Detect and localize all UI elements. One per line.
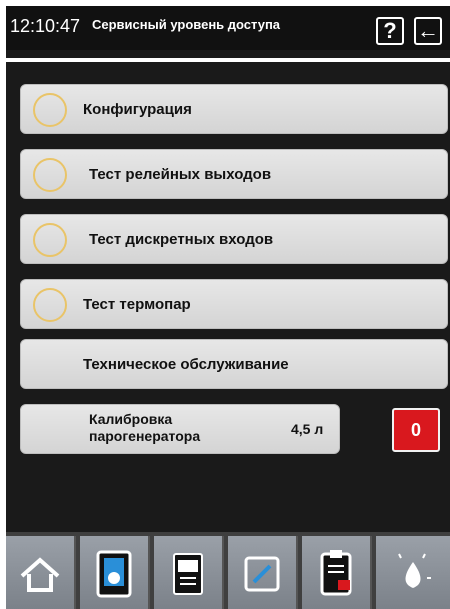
calibration-label-line1: Калибровка: [89, 411, 173, 427]
touch-icon: [96, 550, 132, 598]
menu-item-label: Тест термопар: [83, 296, 191, 313]
menu-item-maintenance[interactable]: Техническое обслуживание: [20, 339, 448, 389]
menu-item-label: Тест релейных выходов: [89, 166, 272, 183]
back-arrow-icon: ←: [417, 18, 439, 43]
menu-item-relay-test[interactable]: Тест релейных выходов: [20, 149, 448, 199]
bottom-bar: [6, 532, 450, 609]
counter-value: 0: [410, 419, 421, 440]
calibration-counter-button[interactable]: 0: [392, 408, 440, 452]
menu-item-label: Техническое обслуживание: [83, 356, 289, 373]
calibration-label: Калибровка парогенератора: [89, 411, 200, 445]
menu-item-configuration[interactable]: Конфигурация: [20, 84, 448, 134]
tab-cleaning[interactable]: [376, 536, 450, 609]
thermocouple-icon: [33, 288, 67, 322]
calibration-label-line2: парогенератора: [89, 428, 201, 444]
config-icon: [33, 93, 67, 127]
edit-icon: [244, 556, 280, 592]
menu-item-label: Тест дискретных входов: [89, 231, 274, 248]
clock: 12:10:47: [10, 16, 81, 36]
divider: [6, 58, 450, 62]
page-title: Сервисный уровень доступа: [92, 17, 281, 32]
help-icon: ?: [383, 18, 397, 43]
home-icon: [20, 557, 60, 592]
menu-item-discrete-inputs-test[interactable]: Тест дискретных входов: [20, 214, 448, 264]
wave-icon: [33, 223, 67, 257]
clipboard-icon: [320, 550, 352, 596]
calibration-value: 4,5 л: [291, 421, 324, 437]
help-button[interactable]: ?: [376, 17, 404, 45]
cookbook-icon: [173, 553, 203, 595]
back-button[interactable]: ←: [414, 17, 442, 45]
tab-touch[interactable]: [80, 536, 150, 609]
relay-icon: [33, 158, 67, 192]
tab-clipboard[interactable]: [302, 536, 372, 609]
menu-item-label: Конфигурация: [83, 101, 192, 118]
tab-cookbook[interactable]: [154, 536, 224, 609]
clean-icon: [398, 553, 431, 588]
screen: 12:10:47 Сервисный уровень доступа ? ← К…: [6, 6, 450, 609]
tab-edit[interactable]: [228, 536, 298, 609]
menu-item-thermocouple-test[interactable]: Тест термопар: [20, 279, 448, 329]
steam-generator-calibration[interactable]: Калибровка парогенератора 4,5 л: [20, 404, 340, 454]
tab-home[interactable]: [6, 536, 76, 609]
top-bar: 12:10:47 Сервисный уровень доступа ? ←: [6, 6, 450, 50]
